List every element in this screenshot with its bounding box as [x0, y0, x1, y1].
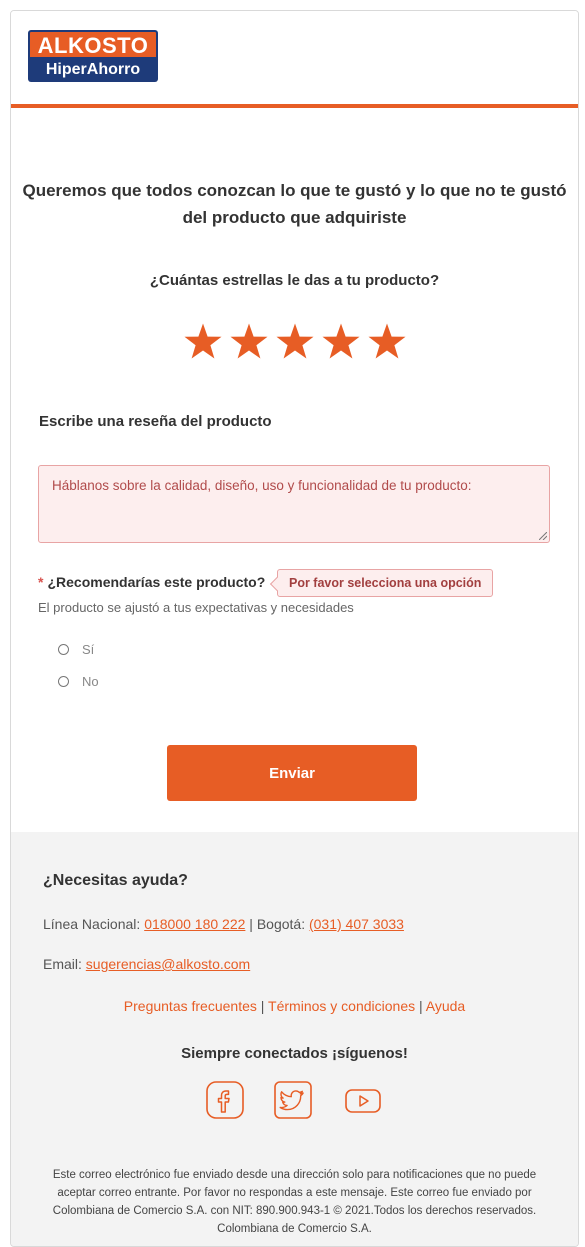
star-rating[interactable] [11, 322, 578, 362]
required-mark: * [38, 574, 44, 590]
radio-no[interactable] [58, 676, 69, 687]
faq-link[interactable]: Preguntas frecuentes [124, 998, 257, 1014]
recommend-question: * ¿Recomendarías este producto? [38, 574, 265, 590]
twitter-icon[interactable] [273, 1081, 312, 1119]
social-links [11, 1081, 578, 1119]
help-link[interactable]: Ayuda [426, 998, 465, 1014]
bogota-label: Bogotá: [256, 916, 306, 932]
radio-yes[interactable] [58, 644, 69, 655]
phone-line: Línea Nacional: 018000 180 222 | Bogotá:… [43, 916, 404, 932]
header: ALKOSTO HiperAhorro [11, 11, 578, 108]
national-label: Línea Nacional: [43, 916, 141, 932]
resize-grip-icon[interactable] [539, 532, 547, 540]
disclaimer: Este correo electrónico fue enviado desd… [52, 1169, 537, 1235]
review-textarea[interactable]: Háblanos sobre la calidad, diseño, uso y… [38, 465, 550, 543]
submit-button[interactable]: Enviar [167, 745, 417, 801]
recommend-question-text: ¿Recomendarías este producto? [47, 574, 266, 590]
national-phone-link[interactable]: 018000 180 222 [144, 916, 245, 932]
youtube-icon[interactable] [342, 1081, 384, 1119]
rating-question: ¿Cuántas estrellas le das a tu producto? [149, 272, 440, 289]
review-form: Queremos que todos conozcan lo que te gu… [11, 108, 578, 831]
logo-bottom-text: HiperAhorro [28, 57, 158, 82]
help-title: ¿Necesitas ayuda? [43, 872, 188, 889]
bogota-phone-link[interactable]: (031) 407 3033 [309, 916, 404, 932]
footer: ¿Necesitas ayuda? Línea Nacional: 018000… [11, 832, 578, 1246]
page-title: Queremos que todos conozcan lo que te gu… [22, 181, 567, 227]
email-frame: ALKOSTO HiperAhorro Queremos que todos c… [10, 10, 579, 1247]
star-icon[interactable] [275, 322, 315, 362]
option-no-label: No [82, 674, 99, 689]
review-label: Escribe una reseña del producto [39, 413, 272, 430]
option-no[interactable]: No [58, 674, 99, 689]
recommend-help-text: El producto se ajustó a tus expectativas… [38, 600, 354, 615]
option-yes-label: Sí [82, 642, 95, 657]
terms-link[interactable]: Términos y condiciones [268, 998, 415, 1014]
star-icon[interactable] [229, 322, 269, 362]
email-link[interactable]: sugerencias@alkosto.com [86, 956, 250, 972]
logo-top-text: ALKOSTO [28, 30, 158, 58]
facebook-icon[interactable] [205, 1081, 244, 1119]
separator: | [419, 998, 423, 1014]
separator: | [260, 998, 265, 1014]
social-title: Siempre conectados ¡síguenos! [181, 1045, 408, 1062]
email-label: Email: [43, 956, 82, 972]
option-yes[interactable]: Sí [58, 642, 94, 657]
email-line: Email: sugerencias@alkosto.com [43, 956, 250, 972]
star-icon[interactable] [321, 322, 361, 362]
review-placeholder: Háblanos sobre la calidad, diseño, uso y… [52, 478, 472, 493]
validation-tooltip: Por favor selecciona una opción [277, 569, 494, 597]
alkosto-logo[interactable]: ALKOSTO HiperAhorro [28, 30, 158, 82]
star-icon[interactable] [367, 322, 407, 362]
star-icon[interactable] [183, 322, 223, 362]
separator: | [249, 916, 253, 932]
footer-links: Preguntas frecuentes | Términos y condic… [11, 998, 578, 1014]
